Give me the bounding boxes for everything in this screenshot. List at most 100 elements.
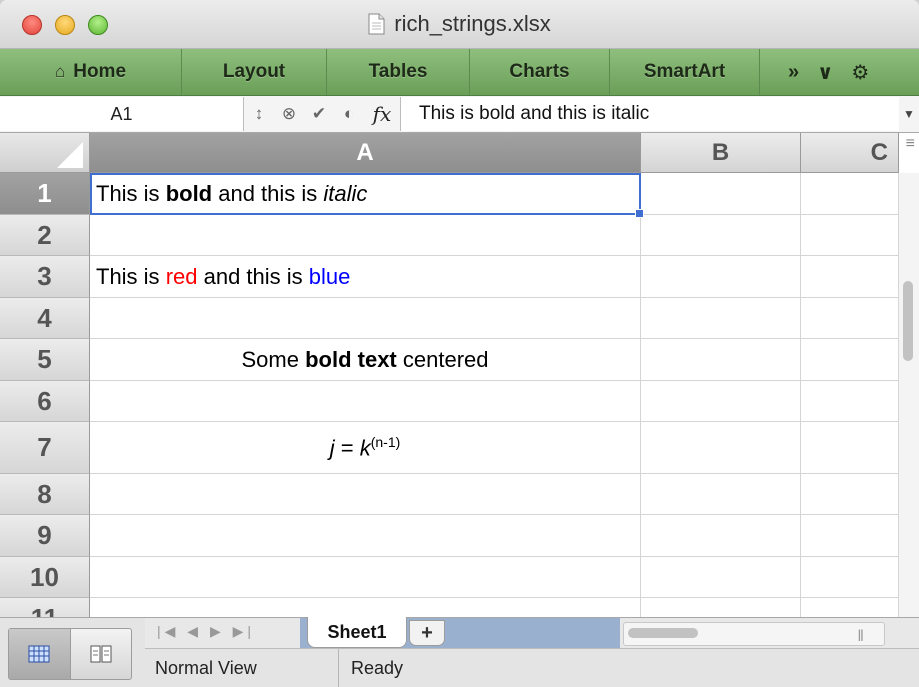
tab-charts-label: Charts — [509, 61, 570, 82]
document-icon — [368, 13, 385, 35]
tab-layout-label: Layout — [222, 61, 286, 82]
cell-a2[interactable] — [90, 215, 641, 256]
edit-toggle-icon[interactable]: ◐ — [334, 97, 364, 131]
sheet-tab-bar: |◀ ◀ ▶ ▶| Sheet1 + ‖ — [145, 617, 919, 649]
horizontal-scrollbar[interactable]: ‖ — [623, 622, 885, 646]
home-icon: ⌂ — [54, 62, 66, 81]
column-header-a[interactable]: A — [90, 133, 641, 173]
row-header-5[interactable]: 5 — [0, 339, 90, 381]
cell-b5[interactable] — [641, 339, 801, 381]
cell-a6[interactable] — [90, 381, 641, 422]
cell-b10[interactable] — [641, 557, 801, 598]
cell-c8[interactable] — [801, 474, 899, 515]
chevron-down-icon[interactable]: ∨ — [817, 60, 833, 85]
cell-c6[interactable] — [801, 381, 899, 422]
cell-a10[interactable] — [90, 557, 641, 598]
tab-tables[interactable]: Tables — [327, 49, 470, 95]
name-box-stepper-icon[interactable]: ↕ — [244, 97, 274, 131]
tab-layout[interactable]: Layout — [182, 49, 327, 95]
column-header-b[interactable]: B — [641, 133, 801, 173]
tab-home-label: Home — [73, 61, 127, 82]
cancel-icon[interactable]: ⊗ — [274, 97, 304, 131]
more-tabs-icon[interactable]: » — [788, 61, 799, 84]
cell-c10[interactable] — [801, 557, 899, 598]
sheet-nav-arrows-icon[interactable]: |◀ ◀ ▶ ▶| — [157, 623, 255, 640]
page-layout-view-button[interactable] — [71, 629, 132, 679]
horizontal-split-icon[interactable]: ‖ — [857, 628, 864, 646]
excel-window: rich_strings.xlsx ⌂ Home Layout Tables C… — [0, 0, 919, 687]
row-header-6[interactable]: 6 — [0, 381, 90, 422]
row-header-2[interactable]: 2 — [0, 215, 90, 256]
formula-input[interactable]: This is bold and this is italic — [400, 97, 899, 131]
cell-c11[interactable] — [801, 598, 899, 617]
tab-smartart-label: SmartArt — [643, 61, 726, 82]
bottom-bar: |◀ ◀ ▶ ▶| Sheet1 + ‖ Normal View Ready — [0, 617, 919, 687]
cell-b1[interactable] — [641, 173, 801, 215]
cell-b11[interactable] — [641, 598, 801, 617]
spreadsheet-grid: A B C 1 2 3 4 5 6 7 8 9 10 11 This is bo… — [0, 133, 919, 617]
cell-b9[interactable] — [641, 515, 801, 557]
cell-a3[interactable]: This is red and this is blue — [90, 256, 641, 298]
cell-a7[interactable]: j = k(n-1) — [90, 422, 641, 474]
name-box[interactable]: A1 — [0, 97, 244, 131]
cell-a1-text: This is bold and this is italic — [96, 180, 368, 206]
cell-b6[interactable] — [641, 381, 801, 422]
cell-b8[interactable] — [641, 474, 801, 515]
cell-a7-text: j = k(n-1) — [329, 433, 401, 461]
formula-expand-icon[interactable]: ▼ — [899, 107, 919, 121]
cell-a4[interactable] — [90, 298, 641, 339]
view-switcher — [8, 628, 132, 680]
title-wrap: rich_strings.xlsx — [0, 0, 919, 48]
sheet-tab-sheet1[interactable]: Sheet1 — [307, 617, 407, 648]
select-all-corner[interactable] — [0, 133, 90, 173]
status-view-mode: Normal View — [145, 649, 339, 687]
row-header-1[interactable]: 1 — [0, 173, 90, 215]
row-header-11[interactable]: 11 — [0, 598, 90, 617]
cell-b7[interactable] — [641, 422, 801, 474]
tab-home[interactable]: ⌂ Home — [0, 49, 182, 95]
row-header-10[interactable]: 10 — [0, 557, 90, 598]
gear-icon[interactable]: ⚙ — [851, 60, 869, 85]
function-icon[interactable]: fx — [364, 102, 400, 126]
grid-icon — [28, 645, 50, 663]
cell-a3-text: This is red and this is blue — [96, 263, 351, 289]
cell-b4[interactable] — [641, 298, 801, 339]
row-header-4[interactable]: 4 — [0, 298, 90, 339]
vertical-scroll-thumb[interactable] — [903, 281, 913, 361]
confirm-icon[interactable]: ✔ — [304, 97, 334, 131]
cell-a5[interactable]: Some bold text centered — [90, 339, 641, 381]
cell-c1[interactable] — [801, 173, 899, 215]
cell-a9[interactable] — [90, 515, 641, 557]
horizontal-scroll-thumb[interactable] — [628, 628, 698, 638]
window-title: rich_strings.xlsx — [394, 11, 551, 36]
cell-c4[interactable] — [801, 298, 899, 339]
column-header-c[interactable]: C — [801, 133, 899, 173]
status-text: Ready — [351, 658, 404, 678]
row-header-7[interactable]: 7 — [0, 422, 90, 474]
add-sheet-button[interactable]: + — [409, 620, 445, 646]
row-header-3[interactable]: 3 — [0, 256, 90, 298]
cell-b2[interactable] — [641, 215, 801, 256]
tab-charts[interactable]: Charts — [470, 49, 610, 95]
cell-b3[interactable] — [641, 256, 801, 298]
formula-bar: A1 ↕ ⊗ ✔ ◐ fx This is bold and this is i… — [0, 96, 919, 133]
cell-c7[interactable] — [801, 422, 899, 474]
cell-a11[interactable] — [90, 598, 641, 617]
cell-c5[interactable] — [801, 339, 899, 381]
cell-a5-text: Some bold text centered — [241, 346, 489, 372]
row-header-8[interactable]: 8 — [0, 474, 90, 515]
tab-tables-label: Tables — [368, 61, 428, 82]
row-header-9[interactable]: 9 — [0, 515, 90, 557]
page-layout-icon — [90, 645, 112, 663]
cell-a8[interactable] — [90, 474, 641, 515]
title-bar: rich_strings.xlsx — [0, 0, 919, 49]
cell-a1[interactable]: This is bold and this is italic — [90, 173, 641, 215]
cell-c2[interactable] — [801, 215, 899, 256]
cell-c3[interactable] — [801, 256, 899, 298]
ribbon-tabs: ⌂ Home Layout Tables Charts SmartArt » ∨… — [0, 49, 919, 96]
split-handle-icon[interactable]: ≡ — [906, 135, 915, 153]
vertical-scrollbar[interactable] — [898, 173, 919, 617]
normal-view-button[interactable] — [9, 629, 71, 679]
tab-smartart[interactable]: SmartArt — [610, 49, 760, 95]
cell-c9[interactable] — [801, 515, 899, 557]
